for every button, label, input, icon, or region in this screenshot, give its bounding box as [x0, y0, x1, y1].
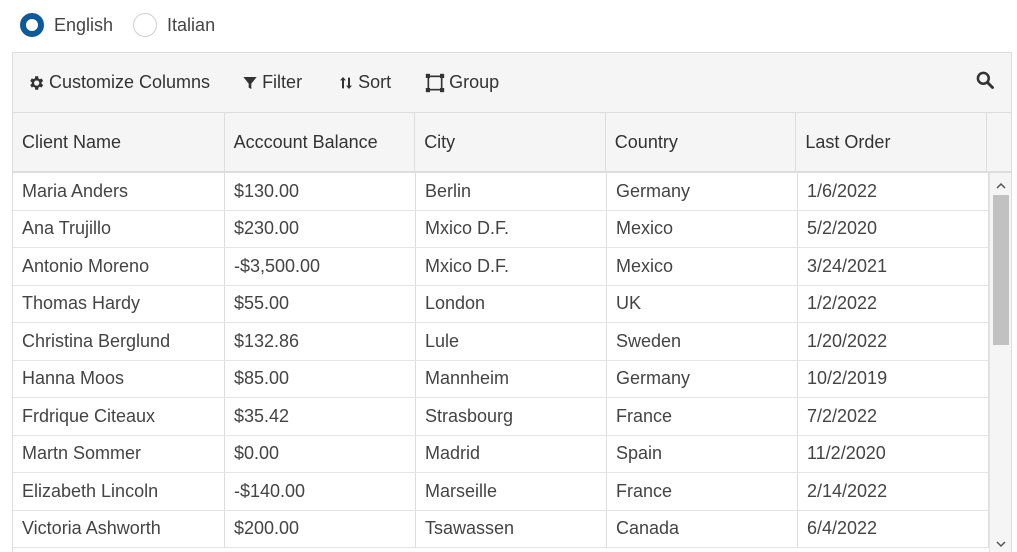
last-order-cell: 1/6/2022 — [798, 173, 989, 210]
grid-body: Maria Anders $130.00 Berlin Germany 1/6/2022… — [13, 173, 1011, 552]
column-header-account-balance[interactable]: Acccount Balance — [225, 113, 416, 171]
last-order-cell: 3/24/2021 — [798, 248, 989, 285]
country-cell: Mexico — [607, 210, 798, 247]
english-radio[interactable] — [20, 13, 44, 37]
last-order-cell: 2/14/2022 — [798, 473, 989, 510]
account-balance-cell: $132.86 — [225, 323, 416, 360]
filter-button[interactable]: Filter — [232, 63, 312, 103]
client-name-cell: Thomas Hardy — [13, 285, 225, 322]
account-balance-cell: $0.00 — [225, 435, 416, 472]
language-selector: English Italian — [20, 11, 235, 39]
city-cell: Madrid — [416, 435, 607, 472]
group-button[interactable]: Group — [415, 63, 509, 103]
table-row[interactable]: Frdrique Citeaux $35.42 Strasbourg France 7/… — [13, 398, 989, 436]
table-row[interactable]: Victoria Ashworth $200.00 Tsawassen Canada 6… — [13, 510, 989, 548]
country-cell: Spain — [607, 435, 798, 472]
account-balance-cell: -$3,500.00 — [225, 248, 416, 285]
client-name-cell: Maria Anders — [13, 173, 225, 210]
client-name-cell: Elizabeth Lincoln — [13, 473, 225, 510]
chevron-up-icon — [996, 182, 1006, 189]
city-cell: Berlin — [416, 173, 607, 210]
search-button[interactable] — [975, 70, 995, 95]
account-balance-cell: $230.00 — [225, 210, 416, 247]
country-cell: France — [607, 398, 798, 435]
grid-rows: Maria Anders $130.00 Berlin Germany 1/6/2022… — [13, 173, 989, 548]
city-cell: Mannheim — [416, 360, 607, 397]
column-header-client-name[interactable]: Client Name — [13, 113, 225, 171]
last-order-cell: 1/20/2022 — [798, 323, 989, 360]
account-balance-cell: -$140.00 — [225, 473, 416, 510]
country-cell: Mexico — [607, 248, 798, 285]
city-cell: Strasbourg — [416, 398, 607, 435]
table-row[interactable]: Christina Berglund $132.86 Lule Sweden 1/20/… — [13, 323, 989, 361]
table-row[interactable]: Thomas Hardy $55.00 London UK 1/2/2022 — [13, 285, 989, 323]
sort-label: Sort — [358, 72, 392, 92]
table-row[interactable]: Ana Trujillo $230.00 Mxico D.F. Mexico 5/2/2… — [13, 210, 989, 248]
client-name-cell: Ana Trujillo — [13, 210, 225, 247]
table-row[interactable]: Elizabeth Lincoln -$140.00 Marseille France… — [13, 473, 989, 511]
column-header-country[interactable]: Country — [606, 113, 797, 171]
table-row[interactable]: Hanna Moos $85.00 Mannheim Germany 10/2/2019 — [13, 360, 989, 398]
sort-icon — [340, 76, 353, 89]
country-cell: Germany — [607, 360, 798, 397]
city-cell: London — [416, 285, 607, 322]
last-order-cell: 7/2/2022 — [798, 398, 989, 435]
account-balance-cell: $35.42 — [225, 398, 416, 435]
group-label: Group — [449, 72, 500, 92]
client-name-cell: Christina Berglund — [13, 323, 225, 360]
customize-columns-button[interactable]: Customize Columns — [17, 63, 220, 103]
last-order-cell: 10/2/2019 — [798, 360, 989, 397]
client-name-cell: Frdrique Citeaux — [13, 398, 225, 435]
sort-button[interactable]: Sort — [328, 63, 401, 103]
grid-toolbar: Customize Columns Filter Sort Group — [13, 53, 1011, 113]
account-balance-cell: $55.00 — [225, 285, 416, 322]
grid-header: Client Name Acccount Balance City Countr… — [13, 113, 1011, 173]
vertical-scrollbar[interactable] — [989, 173, 1011, 552]
column-header-last-order[interactable]: Last Order — [796, 113, 988, 171]
scroll-down-button[interactable] — [990, 535, 1011, 552]
filter-icon — [243, 76, 257, 89]
column-header-city[interactable]: City — [415, 113, 606, 171]
city-cell: Lule — [416, 323, 607, 360]
italian-radio[interactable] — [133, 13, 158, 37]
account-balance-cell: $85.00 — [225, 360, 416, 397]
language-option-english[interactable]: English — [20, 13, 113, 37]
country-cell: Germany — [607, 173, 798, 210]
client-name-cell: Hanna Moos — [13, 360, 225, 397]
chevron-down-icon — [996, 541, 1006, 548]
city-cell: Mxico D.F. — [416, 248, 607, 285]
english-label: English — [54, 14, 114, 35]
search-icon — [976, 71, 994, 89]
city-cell: Marseille — [416, 473, 607, 510]
table-row[interactable]: Martn Sommer $0.00 Madrid Spain 11/2/2020 — [13, 435, 989, 473]
client-name-cell: Martn Sommer — [13, 435, 225, 472]
last-order-cell: 5/2/2020 — [798, 210, 989, 247]
client-name-cell: Victoria Ashworth — [13, 510, 225, 547]
account-balance-cell: $200.00 — [225, 510, 416, 547]
language-option-italian[interactable]: Italian — [133, 13, 215, 37]
last-order-cell: 6/4/2022 — [798, 510, 989, 547]
group-icon — [425, 73, 445, 92]
filter-label: Filter — [262, 72, 303, 92]
country-cell: Sweden — [607, 323, 798, 360]
last-order-cell: 11/2/2020 — [798, 435, 989, 472]
table-row[interactable]: Antonio Moreno -$3,500.00 Mxico D.F. Mexico… — [13, 248, 989, 286]
customize-columns-label: Customize Columns — [49, 72, 211, 92]
country-cell: France — [607, 473, 798, 510]
data-grid: Customize Columns Filter Sort Group Clie… — [12, 52, 1012, 552]
italian-label: Italian — [167, 14, 216, 35]
table-row[interactable]: Maria Anders $130.00 Berlin Germany 1/6/2022 — [13, 173, 989, 211]
header-spacer — [987, 113, 1011, 171]
scroll-up-button[interactable] — [990, 177, 1011, 195]
country-cell: Canada — [607, 510, 798, 547]
city-cell: Tsawassen — [416, 510, 607, 547]
gear-icon — [30, 75, 44, 90]
client-name-cell: Antonio Moreno — [13, 248, 225, 285]
country-cell: UK — [607, 285, 798, 322]
city-cell: Mxico D.F. — [416, 210, 607, 247]
last-order-cell: 1/2/2022 — [798, 285, 989, 322]
scrollbar-thumb[interactable] — [993, 195, 1009, 345]
account-balance-cell: $130.00 — [225, 173, 416, 210]
